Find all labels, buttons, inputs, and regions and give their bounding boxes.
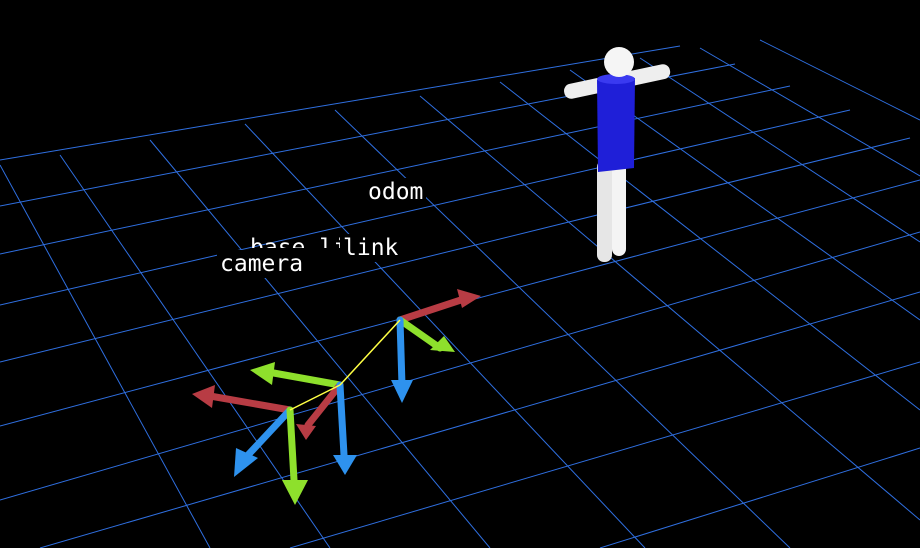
base-link-frame-axes	[250, 362, 357, 475]
frame-label-camera[interactable]: camera	[217, 250, 307, 278]
figure-leg-right	[612, 158, 626, 256]
base-link-label-text: base_link	[250, 235, 340, 248]
scene-canvas[interactable]	[0, 0, 920, 548]
odom-frame-axes	[391, 289, 481, 403]
figure-leg-left	[597, 160, 612, 262]
frame-label-odom[interactable]: odom	[365, 178, 427, 206]
frame-label-base-link[interactable]: link	[340, 234, 402, 262]
base-link-label-obscured: base_link	[250, 234, 340, 248]
figure-torso	[597, 78, 635, 172]
figure-head	[604, 47, 634, 77]
3d-viewport[interactable]: base_link odom link camera	[0, 0, 920, 548]
